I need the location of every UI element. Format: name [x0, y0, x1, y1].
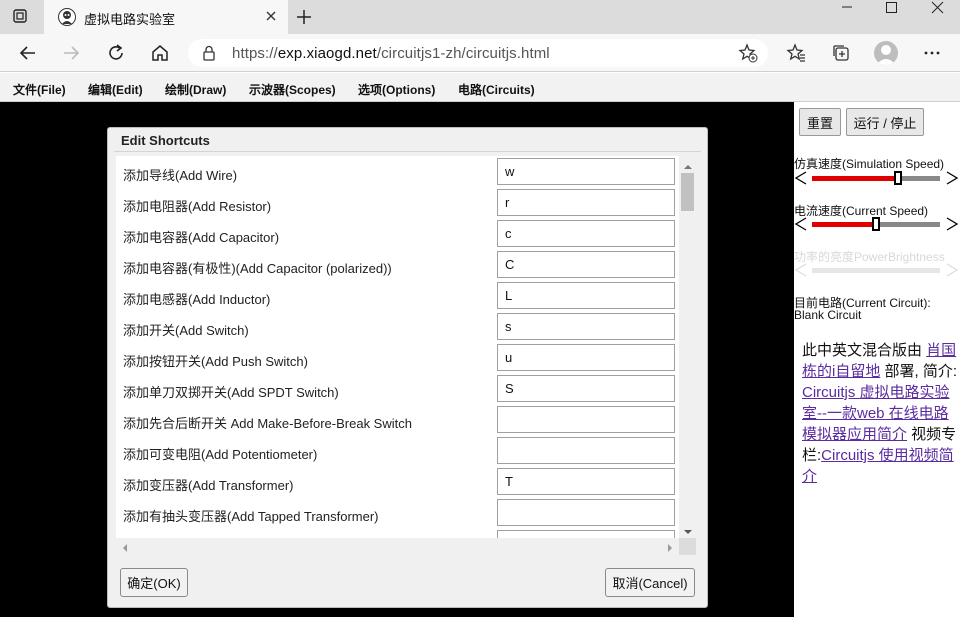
shortcut-key-input[interactable] — [497, 468, 675, 495]
shortcut-label: 添加开关(Add Switch) — [123, 323, 249, 338]
reset-button[interactable]: 重置 — [799, 108, 841, 136]
profile-avatar-icon[interactable] — [874, 41, 898, 65]
shortcut-key-input[interactable] — [497, 220, 675, 247]
scroll-left-icon[interactable] — [120, 541, 130, 552]
site-favicon-icon — [58, 8, 76, 26]
close-tab-icon[interactable] — [264, 9, 278, 23]
vertical-scroll-thumb[interactable] — [681, 173, 694, 211]
shortcut-label: 添加按钮开关(Add Push Switch) — [123, 354, 308, 369]
back-icon[interactable] — [18, 43, 38, 63]
maximize-icon[interactable] — [868, 0, 914, 16]
shortcut-key-input[interactable] — [497, 251, 675, 278]
active-tab[interactable]: 虚拟电路实验室 — [44, 0, 288, 34]
dialog-title: Edit Shortcuts — [121, 133, 210, 148]
shortcut-label: 添加电阻器(Add Resistor) — [123, 199, 272, 214]
vertical-scrollbar[interactable] — [679, 156, 696, 539]
shortcut-row: 添加先合后断开关 Add Make-Before-Break Switch — [116, 404, 686, 435]
shortcut-key-input[interactable] — [497, 437, 675, 464]
lock-icon[interactable] — [202, 45, 216, 61]
shortcut-key-input[interactable] — [497, 282, 675, 309]
sim-speed-decrease-icon[interactable] — [794, 170, 808, 186]
run-stop-button[interactable]: 运行 / 停止 — [846, 108, 924, 136]
current-speed-slider[interactable] — [794, 216, 960, 232]
power-decrease-icon — [794, 262, 808, 278]
scroll-right-icon[interactable] — [665, 541, 675, 552]
refresh-icon[interactable] — [106, 43, 126, 63]
shortcut-key-input[interactable] — [497, 344, 675, 371]
shortcut-label: 添加先合后断开关 Add Make-Before-Break Switch — [123, 416, 412, 431]
address-bar: https://exp.xiaogd.net/circuitjs1-zh/cir… — [0, 34, 960, 72]
scroll-corner — [679, 538, 696, 555]
shortcut-key-input[interactable] — [497, 375, 675, 402]
sim-speed-increase-icon[interactable] — [945, 170, 959, 186]
sim-speed-slider[interactable] — [794, 170, 960, 186]
window-close-icon[interactable] — [914, 0, 960, 16]
shortcut-label: 添加有抽头变压器(Add Tapped Transformer) — [123, 509, 379, 524]
shortcut-row: 添加开关(Add Switch) — [116, 311, 686, 342]
shortcut-row: 添加电阻器(Add Resistor) — [116, 187, 686, 218]
minimize-icon[interactable] — [824, 0, 870, 16]
favorites-icon[interactable] — [786, 43, 806, 63]
menu-edit[interactable]: 编辑(Edit) — [88, 81, 143, 98]
shortcut-key-input[interactable] — [497, 499, 675, 526]
menu-circuits[interactable]: 电路(Circuits) — [458, 81, 535, 98]
current-speed-thumb[interactable] — [872, 217, 880, 231]
edit-shortcuts-dialog: Edit Shortcuts 添加导线(Add Wire) 添加电阻器(Add … — [107, 127, 708, 608]
current-speed-increase-icon[interactable] — [945, 216, 959, 232]
ok-button[interactable]: 确定(OK) — [120, 568, 188, 597]
shortcut-row: 添加可变电阻(Add Potentiometer) — [116, 435, 686, 466]
tab-actions-icon[interactable] — [12, 8, 28, 24]
shortcut-label: 添加变压器(Add Transformer) — [123, 478, 294, 493]
shortcut-row: 添加按钮开关(Add Push Switch) — [116, 342, 686, 373]
video-intro-link[interactable]: Circuitjs 使用视频简介 — [802, 447, 954, 485]
tab-title: 虚拟电路实验室 — [84, 12, 176, 27]
power-brightness-slider — [794, 262, 960, 278]
control-panel: 重置 运行 / 停止 仿真速度(Simulation Speed) 电流速度(C… — [794, 102, 960, 617]
tab-bar: 虚拟电路实验室 — [0, 0, 960, 34]
shortcut-row: 添加变压器(Add Transformer) — [116, 466, 686, 497]
shortcut-row: 添加导线(Add Wire) — [116, 156, 686, 187]
menu-draw[interactable]: 绘制(Draw) — [165, 81, 226, 98]
scroll-down-icon[interactable] — [683, 525, 693, 535]
shortcut-key-input[interactable] — [497, 189, 675, 216]
url-text: https://exp.xiaogd.net/circuitjs1-zh/cir… — [232, 45, 550, 62]
current-circuit-name: Blank Circuit — [794, 308, 862, 322]
menu-options[interactable]: 选项(Options) — [358, 81, 435, 98]
sim-speed-thumb[interactable] — [894, 171, 902, 185]
menu-scopes[interactable]: 示波器(Scopes) — [249, 81, 336, 98]
cancel-button[interactable]: 取消(Cancel) — [605, 568, 695, 597]
shortcut-label: 添加可变电阻(Add Potentiometer) — [123, 447, 318, 462]
shortcut-label: 添加电容器(有极性)(Add Capacitor (polarized)) — [123, 261, 392, 276]
shortcut-key-input[interactable] — [497, 313, 675, 340]
new-tab-icon[interactable] — [296, 9, 312, 25]
horizontal-scrollbar[interactable] — [116, 538, 679, 555]
more-menu-icon[interactable] — [922, 43, 942, 63]
app-menu-bar: 文件(File) 编辑(Edit) 绘制(Draw) 示波器(Scopes) 选… — [0, 73, 960, 102]
shortcut-label: 添加电感器(Add Inductor) — [123, 292, 271, 307]
shortcut-row: 添加单刀双掷开关(Add SPDT Switch) — [116, 373, 686, 404]
shortcut-label: 添加导线(Add Wire) — [123, 168, 238, 183]
scroll-up-icon[interactable] — [683, 160, 693, 170]
shortcut-row: 添加电容器(有极性)(Add Capacitor (polarized)) — [116, 249, 686, 280]
shortcut-label: 添加电容器(Add Capacitor) — [123, 230, 280, 245]
shortcut-list: 添加导线(Add Wire) 添加电阻器(Add Resistor) 添加电容器… — [116, 156, 686, 539]
forward-icon[interactable] — [61, 43, 81, 63]
shortcut-key-input[interactable] — [497, 158, 675, 185]
info-note: 此中英文混合版由 肖国栋的i自留地 部署, 简介: Circuitjs 虚拟电路… — [802, 342, 958, 485]
url-field[interactable]: https://exp.xiaogd.net/circuitjs1-zh/cir… — [188, 39, 768, 67]
home-icon[interactable] — [150, 43, 170, 63]
shortcut-row: 添加电容器(Add Capacitor) — [116, 218, 686, 249]
menu-file[interactable]: 文件(File) — [13, 81, 66, 98]
collections-icon[interactable] — [831, 43, 851, 63]
title-divider — [114, 151, 701, 152]
shortcut-label: 添加单刀双掷开关(Add SPDT Switch) — [123, 385, 339, 400]
add-favorite-icon[interactable] — [738, 43, 758, 63]
power-increase-icon — [945, 262, 959, 278]
shortcut-row: 添加有抽头变压器(Add Tapped Transformer) — [116, 497, 686, 528]
shortcut-row: 添加电感器(Add Inductor) — [116, 280, 686, 311]
current-speed-decrease-icon[interactable] — [794, 216, 808, 232]
shortcut-key-input[interactable] — [497, 406, 675, 433]
